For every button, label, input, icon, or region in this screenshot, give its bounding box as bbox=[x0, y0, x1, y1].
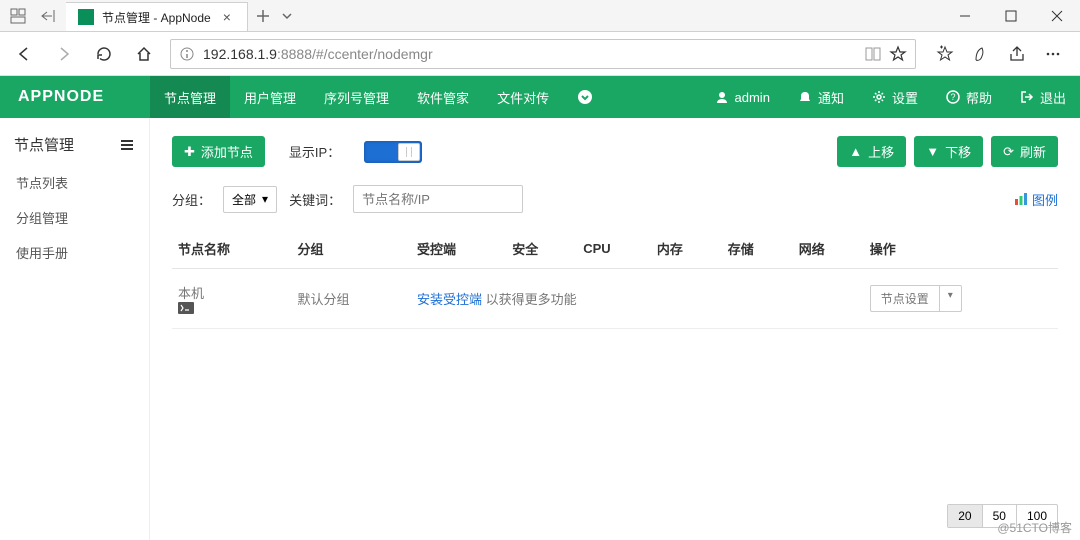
help-icon: ? bbox=[946, 90, 960, 104]
th-network: 网络 bbox=[793, 229, 864, 269]
nav-more-dropdown[interactable] bbox=[563, 76, 607, 118]
sidebar-item-group-mgmt[interactable]: 分组管理 bbox=[0, 200, 149, 235]
main-content: ✚添加节点 显示IP： ▲上移 ▼下移 ⟳刷新 分组： 全部▾ 关键词： 图例 … bbox=[150, 118, 1080, 540]
th-mem: 内存 bbox=[651, 229, 722, 269]
nav-user[interactable]: admin bbox=[701, 76, 784, 118]
sidebar-title: 节点管理 bbox=[14, 134, 74, 155]
url-text: 192.168.1.9:8888/#/ccenter/nodemgr bbox=[203, 46, 857, 62]
node-settings-caret[interactable]: ▾ bbox=[940, 285, 962, 312]
node-settings-button[interactable]: 节点设置 bbox=[870, 285, 940, 312]
show-ip-label: 显示IP： bbox=[289, 142, 340, 161]
nav-file-transfer[interactable]: 文件对传 bbox=[483, 76, 563, 118]
arrow-up-icon: ▲ bbox=[849, 144, 862, 159]
th-group: 分组 bbox=[292, 229, 412, 269]
node-group: 默认分组 bbox=[292, 269, 412, 329]
nav-serial-mgmt[interactable]: 序列号管理 bbox=[310, 76, 403, 118]
menu-icon[interactable] bbox=[119, 137, 135, 153]
sidebar-item-manual[interactable]: 使用手册 bbox=[0, 235, 149, 270]
arrow-down-icon: ▼ bbox=[926, 144, 939, 159]
nav-node-mgmt[interactable]: 节点管理 bbox=[150, 76, 230, 118]
favorites-icon[interactable] bbox=[936, 45, 954, 63]
terminal-icon[interactable] bbox=[178, 302, 286, 314]
th-name: 节点名称 bbox=[172, 229, 292, 269]
tab-group-icon[interactable] bbox=[6, 4, 30, 28]
install-agent-link[interactable]: 安装受控端 bbox=[417, 292, 482, 307]
controlled-tail: 以获得更多功能 bbox=[482, 292, 577, 307]
refresh-button[interactable]: ⟳刷新 bbox=[991, 136, 1058, 167]
keyword-input[interactable] bbox=[353, 185, 523, 213]
reader-icon[interactable] bbox=[865, 46, 881, 62]
forward-icon[interactable] bbox=[50, 40, 78, 68]
maximize-icon[interactable] bbox=[988, 0, 1034, 31]
move-up-button[interactable]: ▲上移 bbox=[837, 136, 906, 167]
nav-logout[interactable]: 退出 bbox=[1006, 76, 1080, 118]
nav-user-mgmt[interactable]: 用户管理 bbox=[230, 76, 310, 118]
node-name: 本机 bbox=[178, 286, 204, 301]
th-storage: 存储 bbox=[722, 229, 793, 269]
pagesize-20[interactable]: 20 bbox=[948, 505, 981, 527]
sidebar: 节点管理 节点列表 分组管理 使用手册 bbox=[0, 118, 150, 540]
table-row: 本机 默认分组 安装受控端 以获得更多功能 节点设置▾ bbox=[172, 269, 1058, 329]
star-icon[interactable] bbox=[889, 45, 907, 63]
th-security: 安全 bbox=[506, 229, 577, 269]
node-table: 节点名称 分组 受控端 安全 CPU 内存 存储 网络 操作 本机 默认分组 安… bbox=[172, 229, 1058, 329]
keyword-label: 关键词： bbox=[289, 190, 341, 209]
sidebar-item-node-list[interactable]: 节点列表 bbox=[0, 165, 149, 200]
plus-icon: ✚ bbox=[184, 144, 195, 160]
nav-notify[interactable]: 通知 bbox=[784, 76, 858, 118]
group-select[interactable]: 全部▾ bbox=[223, 186, 277, 213]
th-cpu: CPU bbox=[577, 229, 651, 269]
nav-settings[interactable]: 设置 bbox=[858, 76, 932, 118]
logo[interactable]: APPNODE bbox=[0, 76, 150, 118]
th-op: 操作 bbox=[864, 229, 1058, 269]
show-ip-toggle[interactable] bbox=[364, 141, 422, 163]
watermark: @51CTO博客 bbox=[997, 519, 1072, 536]
close-tab-icon[interactable]: × bbox=[219, 9, 235, 25]
nav-software[interactable]: 软件管家 bbox=[403, 76, 483, 118]
new-tab-icon[interactable] bbox=[256, 9, 270, 23]
refresh-small-icon: ⟳ bbox=[1003, 144, 1014, 160]
bell-icon bbox=[798, 90, 812, 104]
window-titlebar: 节点管理 - AppNode × bbox=[0, 0, 1080, 32]
legend-link[interactable]: 图例 bbox=[1014, 190, 1058, 209]
chart-icon bbox=[1014, 192, 1028, 206]
more-icon[interactable] bbox=[1044, 45, 1062, 63]
browser-toolbar: 192.168.1.9:8888/#/ccenter/nodemgr bbox=[0, 32, 1080, 76]
svg-text:?: ? bbox=[950, 92, 955, 102]
favicon-icon bbox=[78, 9, 94, 25]
th-controlled: 受控端 bbox=[411, 229, 506, 269]
refresh-icon[interactable] bbox=[90, 40, 118, 68]
close-window-icon[interactable] bbox=[1034, 0, 1080, 31]
back-tab-icon[interactable] bbox=[36, 4, 60, 28]
minimize-icon[interactable] bbox=[942, 0, 988, 31]
tab-title: 节点管理 - AppNode bbox=[102, 9, 211, 26]
browser-tab[interactable]: 节点管理 - AppNode × bbox=[66, 2, 248, 31]
logout-icon bbox=[1020, 90, 1034, 104]
notes-icon[interactable] bbox=[972, 45, 990, 63]
address-bar[interactable]: 192.168.1.9:8888/#/ccenter/nodemgr bbox=[170, 39, 916, 69]
group-label: 分组： bbox=[172, 190, 211, 209]
user-icon bbox=[715, 90, 729, 104]
back-icon[interactable] bbox=[10, 40, 38, 68]
app-topnav: APPNODE 节点管理 用户管理 序列号管理 软件管家 文件对传 admin … bbox=[0, 76, 1080, 118]
move-down-button[interactable]: ▼下移 bbox=[914, 136, 983, 167]
info-icon[interactable] bbox=[179, 46, 195, 62]
home-icon[interactable] bbox=[130, 40, 158, 68]
share-icon[interactable] bbox=[1008, 45, 1026, 63]
caret-down-icon: ▾ bbox=[262, 192, 268, 206]
chevron-down-icon[interactable] bbox=[280, 9, 294, 23]
nav-help[interactable]: ?帮助 bbox=[932, 76, 1006, 118]
gear-icon bbox=[872, 90, 886, 104]
add-node-button[interactable]: ✚添加节点 bbox=[172, 136, 265, 167]
